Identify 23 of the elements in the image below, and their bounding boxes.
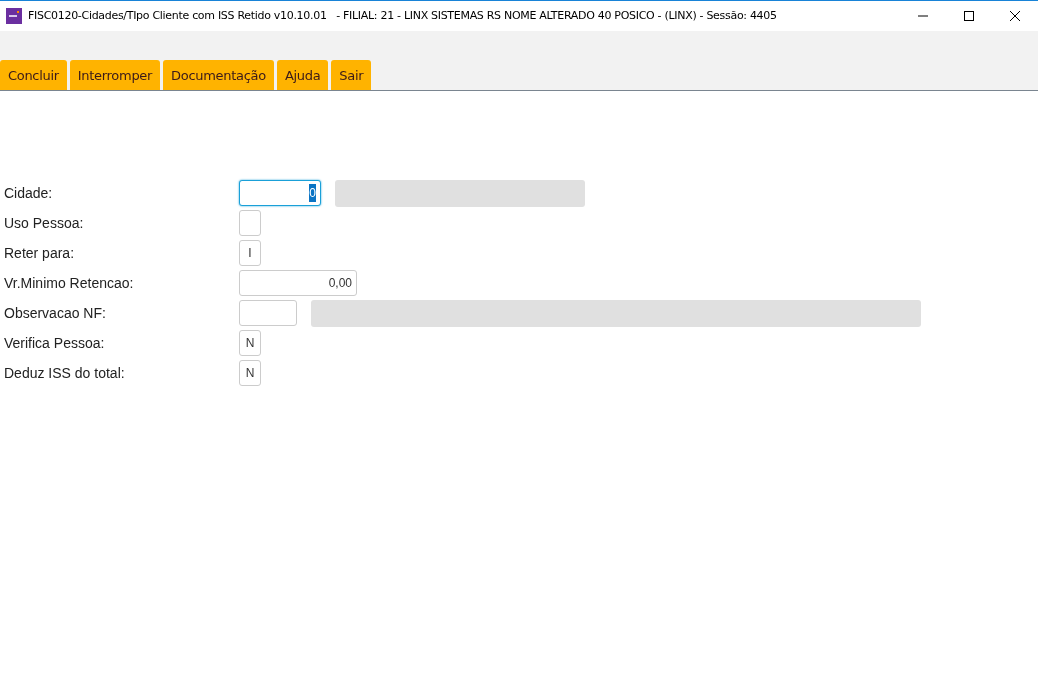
field-label: Deduz ISS do total:: [3, 363, 126, 383]
toolbar-button[interactable]: Interromper: [69, 60, 161, 90]
toolbar-button[interactable]: Documentação: [163, 60, 274, 90]
input-field[interactable]: 0,00: [239, 270, 357, 296]
toolbar-button[interactable]: Sair: [331, 60, 372, 90]
input-field[interactable]: I: [239, 240, 261, 266]
input-field[interactable]: N: [239, 360, 261, 386]
close-icon: [1009, 10, 1021, 22]
toolbar-button[interactable]: Ajuda: [276, 60, 329, 90]
field-label: Reter para:: [3, 243, 76, 263]
field-label: Uso Pessoa:: [3, 213, 85, 233]
input-field[interactable]: [239, 300, 297, 326]
field-label: Verifica Pessoa:: [3, 333, 106, 353]
maximize-icon: [963, 10, 975, 22]
toolbar-button[interactable]: Concluir: [0, 60, 67, 90]
input-field[interactable]: N: [239, 330, 261, 356]
field-label: Vr.Minimo Retencao:: [3, 273, 135, 293]
field-label: Cidade:: [3, 183, 54, 203]
input-field[interactable]: [239, 210, 261, 236]
window-title: FISC0120-Cidades/TIpo Cliente com ISS Retido v10.10.01 - FILIAL: 21 - LINX SISTEMAS RS NOME ALTERADO 40 POSICO - (LINX) - Sessão: 4405: [28, 7, 777, 24]
field-label: Observacao NF:: [3, 303, 107, 323]
input-field[interactable]: 0: [239, 180, 321, 206]
app-logo-icon: [6, 8, 22, 24]
